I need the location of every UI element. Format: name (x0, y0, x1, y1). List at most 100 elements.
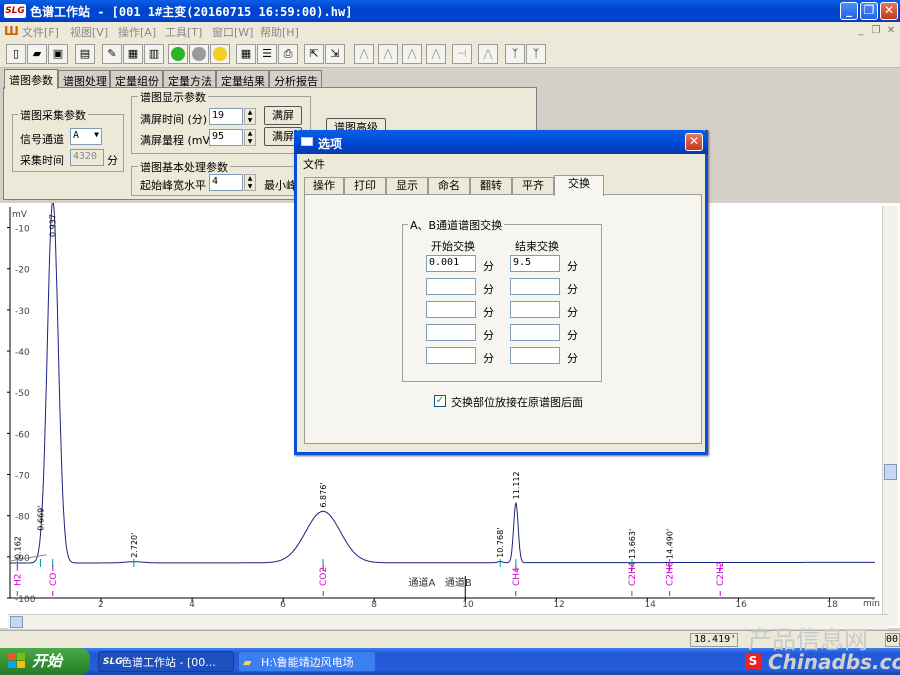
y-tick-label: -10 (15, 225, 30, 235)
peak-c-icon[interactable]: ⋀ (426, 44, 446, 64)
dialog-tab-flip[interactable]: 翻转 (470, 177, 512, 195)
mdi-restore-icon[interactable]: ❐ (870, 25, 882, 37)
table-icon[interactable]: ▦ (123, 44, 143, 64)
grid-icon[interactable]: ▥ (144, 44, 164, 64)
component-label: CO (49, 573, 59, 586)
mdi-minimize-icon[interactable]: _ (855, 25, 867, 37)
menu-action[interactable]: 操作[A] (118, 24, 156, 40)
import-icon[interactable]: ⇲ (325, 44, 345, 64)
list-icon[interactable]: ☰ (257, 44, 277, 64)
start-button[interactable]: 开始 (0, 648, 90, 675)
peak-a-icon[interactable]: ⋀ (378, 44, 398, 64)
full-range-label: 满屏量程 (mV) (140, 134, 215, 147)
report-icon[interactable]: ▤ (75, 44, 95, 64)
component-label: H2 (13, 574, 23, 587)
tab-quant-method[interactable]: 定量方法 (163, 70, 216, 88)
component-label: C2H4 (628, 561, 638, 586)
full-time-input[interactable]: 19 (209, 108, 243, 125)
edit-icon[interactable]: ✎ (102, 44, 122, 64)
dialog-menu-file[interactable]: 文件 (303, 158, 325, 171)
restore-button[interactable]: ❐ (860, 2, 878, 20)
taskbar-item-workstation[interactable]: SLG 色谱工作站 - [00... (98, 651, 234, 672)
dialog-tab-naming[interactable]: 命名 (428, 177, 470, 195)
menu-window[interactable]: 窗口[W] (212, 24, 253, 40)
window-title: 色谱工作站 - [001 1#主变(20160715 16:59:00).hw] (30, 5, 353, 19)
vertical-scroll-thumb[interactable] (884, 464, 897, 480)
x-tick-label: 8 (371, 600, 377, 610)
person-icon[interactable]: ᛉ (505, 44, 525, 64)
swap-end-unit: 分 (567, 283, 578, 296)
start-green-icon[interactable] (168, 44, 188, 64)
smiley-icon[interactable] (210, 44, 230, 64)
full-time-spinner[interactable]: ▲ ▼ (244, 108, 256, 125)
mdi-close-icon[interactable]: ✕ (885, 25, 897, 37)
acq-time-input[interactable]: 4320 (70, 149, 104, 166)
tab-quant-components[interactable]: 定量组份 (110, 70, 163, 88)
dialog-tab-print[interactable]: 打印 (344, 177, 386, 195)
calculator-icon[interactable]: ▦ (236, 44, 256, 64)
swap-end-input-3[interactable] (510, 301, 560, 318)
swap-start-input-1[interactable]: 0.001 (426, 255, 476, 272)
component-label: CO2 (319, 567, 329, 586)
dialog-tab-swap[interactable]: 交换 (554, 175, 604, 196)
workstation-app-icon: SLG (103, 657, 123, 667)
peak-width-spinner[interactable]: ▲ ▼ (244, 174, 256, 191)
swap-start-input-2[interactable] (426, 278, 476, 295)
peak-label: 0.937 (49, 214, 58, 237)
y-tick-label: -30 (15, 307, 30, 317)
dialog-tab-align[interactable]: 平齐 (512, 177, 554, 195)
swap-end-input-5[interactable] (510, 347, 560, 364)
options-dialog: 选项 ✕ 文件 操作 打印 显示 命名 翻转 平齐 交换 A、B通道谱图交换 开… (294, 130, 708, 455)
peak-width-input[interactable]: 4 (209, 174, 243, 191)
swap-start-unit: 分 (483, 283, 494, 296)
swap-start-input-4[interactable] (426, 324, 476, 341)
dialog-tab-display[interactable]: 显示 (386, 177, 428, 195)
print-icon[interactable]: ⎙ (278, 44, 298, 64)
peak-d-icon[interactable]: ⋀ (478, 44, 498, 64)
tab-spectrum-processing[interactable]: 谱图处理 (58, 70, 110, 88)
baseline-icon[interactable]: ⊣ (452, 44, 472, 64)
minimize-button[interactable]: _ (840, 2, 858, 20)
append-swap-checkbox[interactable]: ✓ (434, 395, 446, 407)
open-folder-icon[interactable]: ▰ (27, 44, 47, 64)
folder-icon: ▰ (243, 656, 252, 669)
stop-gray-icon[interactable] (189, 44, 209, 64)
tab-analysis-report[interactable]: 分析报告 (269, 70, 322, 88)
append-swap-label[interactable]: 交换部位放接在原谱图后面 (451, 394, 583, 410)
save-icon[interactable]: ▣ (48, 44, 68, 64)
full-range-input[interactable]: 95 (209, 129, 243, 146)
full-screen-button-1[interactable]: 满屏 (264, 106, 302, 125)
swap-end-input-4[interactable] (510, 324, 560, 341)
vertical-scrollbar[interactable] (882, 206, 898, 626)
close-button[interactable]: ✕ (880, 2, 898, 20)
tab-quant-results[interactable]: 定量结果 (216, 70, 269, 88)
swap-start-input-3[interactable] (426, 301, 476, 318)
swap-end-input-1[interactable]: 9.5 (510, 255, 560, 272)
new-file-icon[interactable]: ▯ (6, 44, 26, 64)
swap-end-input-2[interactable] (510, 278, 560, 295)
swap-start-input-5[interactable] (426, 347, 476, 364)
channel-select[interactable]: A ▼ (70, 128, 102, 145)
menu-help[interactable]: 帮助[H] (260, 24, 299, 40)
dialog-title-bar[interactable]: 选项 ✕ (294, 130, 708, 154)
app-icon: SLG (4, 4, 26, 18)
title-bar[interactable]: SLG 色谱工作站 - [001 1#主变(20160715 16:59:00)… (0, 0, 900, 22)
tab-spectrum-params[interactable]: 谱图参数 (4, 69, 58, 89)
swap-end-unit: 分 (567, 260, 578, 273)
channel-label: 通道A (409, 576, 436, 589)
x-axis-unit: min (863, 599, 880, 609)
dialog-close-button[interactable]: ✕ (685, 133, 703, 151)
dialog-tab-operation[interactable]: 操作 (304, 177, 344, 195)
horizontal-scroll-thumb[interactable] (10, 616, 23, 628)
person-b-icon[interactable]: ᛉ (526, 44, 546, 64)
taskbar-item-folder[interactable]: ▰ H:\鲁能靖边风电场 (238, 651, 376, 672)
y-tick-label: -80 (15, 513, 30, 523)
peak-b-icon[interactable]: ⋀ (402, 44, 422, 64)
menu-tools[interactable]: 工具[T] (165, 24, 202, 40)
full-range-spinner[interactable]: ▲ ▼ (244, 129, 256, 146)
menu-file[interactable]: 文件[F] (22, 24, 59, 40)
zoom-peak-icon[interactable]: ⋀ (354, 44, 374, 64)
menu-view[interactable]: 视图[V] (70, 24, 108, 40)
export-icon[interactable]: ⇱ (304, 44, 324, 64)
tray-s-icon[interactable]: S (745, 653, 761, 669)
